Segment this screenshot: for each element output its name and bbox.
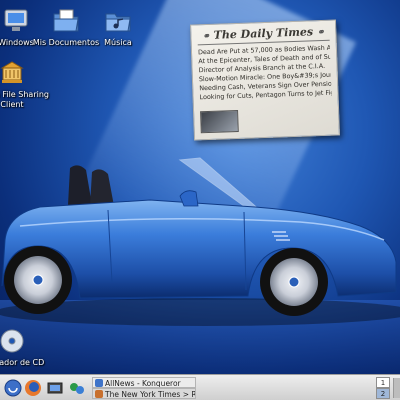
konqueror-icon (95, 379, 103, 387)
link-ornament-icon: ⚭ (316, 27, 325, 39)
newspaper-masthead: ⚭ The Daily Times ⚭ (197, 24, 330, 46)
task-label: The New York Times > RSS (105, 390, 196, 399)
desktop-icon-grabador-de-cd[interactable]: Grabador de CD (0, 326, 50, 368)
newspaper-title: The Daily Times (213, 25, 314, 42)
task-button[interactable]: AllNews - Konqueror (92, 377, 196, 388)
desktop-icon-label: Grabador de CD (0, 358, 45, 367)
file-sharing-icon (0, 58, 27, 88)
system-tray-edge (393, 378, 400, 398)
network-icon[interactable] (68, 379, 86, 397)
newspaper-widget[interactable]: ⚭ The Daily Times ⚭ Dead Are Put at 57,0… (190, 19, 340, 141)
music-folder-icon (103, 6, 133, 36)
documents-folder-icon (51, 6, 81, 36)
desktop-icon-musica[interactable]: Música (80, 6, 156, 48)
task-button[interactable]: The New York Times > RSS (92, 388, 196, 399)
pager-desktop[interactable]: 2 (376, 388, 390, 399)
link-ornament-icon: ⚭ (202, 31, 211, 43)
computer-icon (1, 6, 31, 36)
desktop-icon-label: Bollon File Sharing Client (0, 90, 49, 109)
kde-menu-icon[interactable] (4, 379, 22, 397)
desktop: Windows Mis Documentos Música Bollon Fil… (0, 0, 400, 374)
cd-burner-icon (0, 326, 27, 356)
desktop-pager: 1 2 (376, 377, 390, 399)
task-list: AllNews - Konqueror The New York Times >… (92, 377, 374, 399)
show-desktop-icon[interactable] (46, 379, 64, 397)
browser-icon (95, 390, 103, 398)
taskbar: AllNews - Konqueror The New York Times >… (0, 374, 400, 400)
desktop-icon-label: Música (104, 38, 132, 47)
pager-desktop[interactable]: 1 (376, 377, 390, 388)
task-label: AllNews - Konqueror (105, 379, 181, 388)
news-photo (200, 109, 239, 134)
firefox-icon[interactable] (24, 379, 42, 397)
desktop-icon-bollon-file-sharing-client[interactable]: Bollon File Sharing Client (0, 58, 50, 110)
